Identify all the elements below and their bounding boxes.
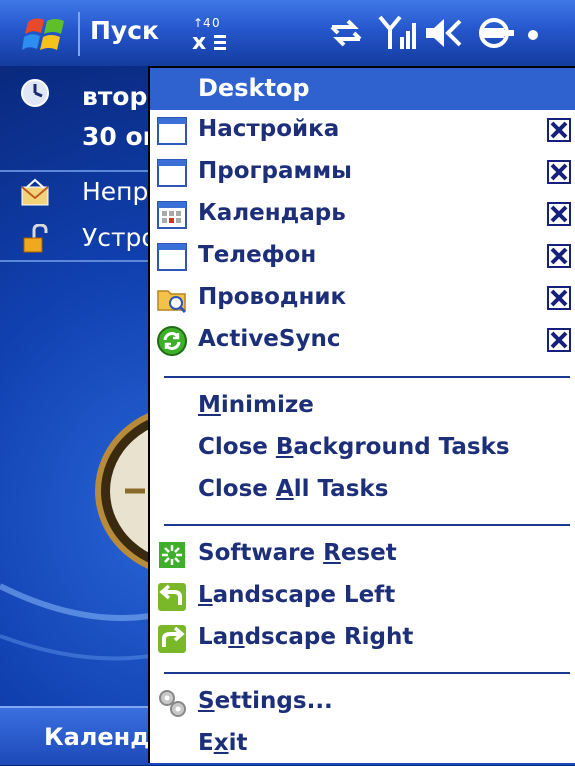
menu-item-label: Landscape Left	[198, 582, 396, 608]
task-item-programs[interactable]: Программы	[150, 152, 575, 194]
menu-item-close-all-tasks[interactable]: Close All Tasks	[150, 470, 575, 512]
menu-header-desktop[interactable]: Desktop	[150, 68, 575, 110]
close-task-button[interactable]	[547, 244, 571, 268]
close-icon	[550, 247, 568, 265]
connectivity-icon[interactable]	[328, 13, 364, 53]
menu-item-landscape-right[interactable]: Landscape Right	[150, 618, 575, 660]
menu-item-minimize[interactable]: Minimize	[150, 386, 575, 428]
menu-separator	[164, 376, 570, 378]
svg-text:x: x	[192, 30, 206, 53]
task-label: ActiveSync	[198, 326, 341, 352]
close-icon	[550, 163, 568, 181]
today-messages-item[interactable]: Непрочитанных нет	[0, 172, 346, 216]
menu-item-label: Exit	[198, 730, 248, 756]
menu-item-settings[interactable]: Settings...	[150, 682, 575, 724]
reset-icon	[159, 542, 185, 568]
envelope-icon	[21, 178, 49, 206]
close-task-button[interactable]	[547, 160, 571, 184]
battery-icon[interactable]	[474, 13, 518, 53]
close-icon	[550, 289, 568, 307]
task-label: Настройка	[198, 116, 340, 142]
start-button[interactable]: Пуск	[90, 16, 159, 45]
menu-item-label: Close Background Tasks	[198, 434, 510, 460]
window-icon	[157, 117, 187, 145]
volume-muted-icon[interactable]	[424, 13, 468, 53]
today-divider-2	[0, 260, 170, 262]
rotate-left-icon	[158, 583, 186, 611]
task-item-calendar[interactable]: Календарь	[150, 194, 575, 236]
close-icon	[550, 331, 568, 349]
folder-icon	[157, 290, 187, 314]
clock-icon	[21, 79, 49, 107]
close-icon	[550, 205, 568, 223]
menu-item-label: Settings...	[198, 688, 333, 714]
gears-icon	[159, 690, 186, 717]
menu-item-label: Landscape Right	[198, 624, 414, 650]
menu-item-label: Minimize	[198, 392, 314, 418]
task-label: Календарь	[198, 200, 346, 226]
menu-separator	[164, 672, 570, 674]
svg-text:0: 0	[212, 16, 220, 30]
calendar-icon	[157, 201, 187, 229]
svg-text:↑4: ↑4	[193, 16, 211, 30]
menu-header-label: Desktop	[198, 74, 310, 102]
input-method-icon[interactable]: ↑4 0 x	[190, 13, 232, 53]
close-task-button[interactable]	[547, 328, 571, 352]
close-task-button[interactable]	[547, 118, 571, 142]
menu-item-label: Close All Tasks	[198, 476, 389, 502]
task-item-phone[interactable]: Телефон	[150, 236, 575, 278]
menu-separator	[164, 524, 570, 526]
background-swoosh	[0, 583, 150, 661]
close-icon	[550, 121, 568, 139]
close-task-button[interactable]	[547, 202, 571, 226]
task-item-activesync[interactable]: ActiveSync	[150, 320, 575, 362]
today-device-item[interactable]: Устройство разблокировано	[0, 218, 455, 262]
rotate-right-icon	[158, 625, 186, 653]
menu-item-exit[interactable]: Exit	[150, 724, 575, 766]
task-manager-menu: Desktop Настройка Программы Календарь Те…	[148, 66, 575, 763]
menu-item-label: Software Reset	[198, 540, 397, 566]
taskbar: Пуск ↑4 0 x	[0, 0, 575, 68]
task-label: Телефон	[198, 242, 317, 268]
task-item-settings[interactable]: Настройка	[150, 110, 575, 152]
close-task-button[interactable]	[547, 286, 571, 310]
unlocked-padlock-icon	[23, 224, 48, 253]
sync-icon	[157, 326, 187, 356]
menu-item-landscape-left[interactable]: Landscape Left	[150, 576, 575, 618]
window-icon	[157, 159, 187, 187]
window-icon	[157, 243, 187, 271]
taskbar-separator	[78, 12, 80, 56]
signal-strength-icon[interactable]	[378, 13, 418, 53]
task-label: Проводник	[198, 284, 347, 310]
windows-logo-icon[interactable]	[22, 12, 70, 56]
menu-item-close-background-tasks[interactable]: Close Background Tasks	[150, 428, 575, 470]
menu-item-software-reset[interactable]: Software Reset	[150, 534, 575, 576]
task-item-explorer[interactable]: Проводник	[150, 278, 575, 320]
task-label: Программы	[198, 158, 352, 184]
notification-dot	[528, 30, 538, 40]
